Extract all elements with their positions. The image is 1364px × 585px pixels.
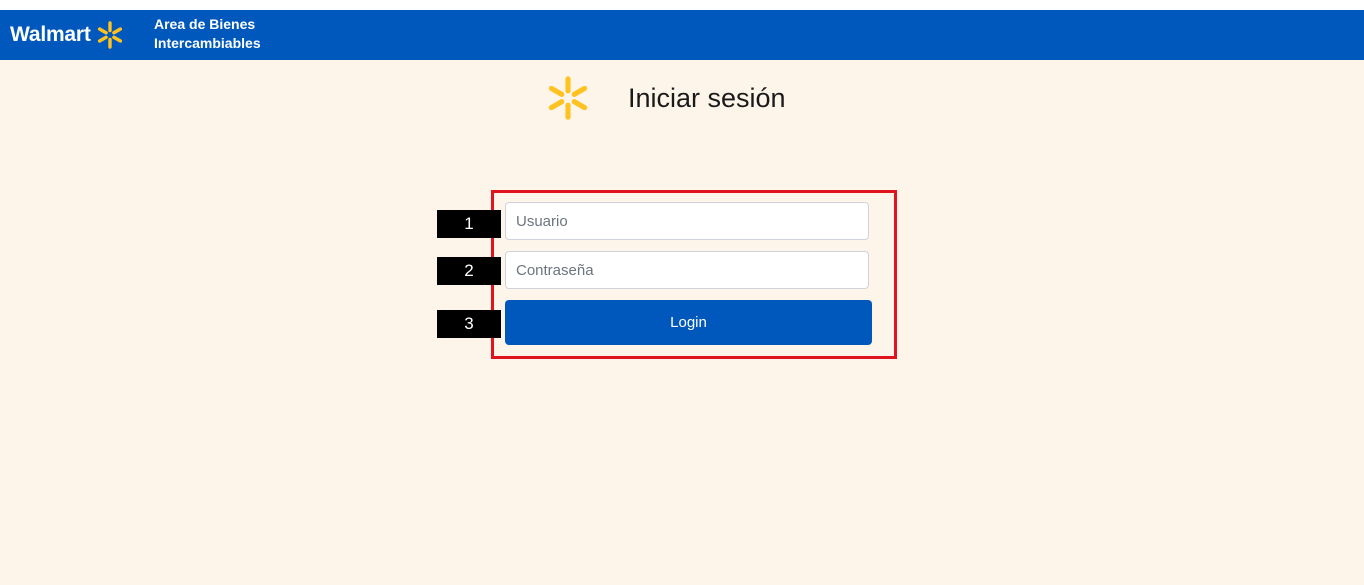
login-button[interactable]: Login	[505, 300, 872, 345]
login-heading: Iniciar sesión	[544, 75, 786, 121]
username-input[interactable]	[505, 202, 869, 240]
app-subtitle-line1: Area de Bienes	[154, 16, 256, 32]
app-subtitle: Area de Bienes Intercambiables	[154, 15, 261, 53]
step-marker-2: 2	[437, 257, 501, 285]
page-title: Iniciar sesión	[628, 82, 786, 113]
walmart-spark-icon	[548, 76, 588, 120]
walmart-spark-icon	[97, 21, 122, 49]
step-marker-3: 3	[437, 310, 501, 338]
login-form-highlight: Login	[491, 190, 897, 359]
brand-logo[interactable]: Walmart	[10, 10, 125, 60]
top-navbar: Walmart Area de Bienes Intercambiables	[0, 10, 1364, 60]
brand-name: Walmart	[10, 23, 91, 46]
top-strip	[0, 0, 1364, 10]
password-input[interactable]	[505, 251, 869, 289]
step-marker-1: 1	[437, 210, 501, 238]
app-subtitle-line2: Intercambiables	[154, 35, 261, 51]
